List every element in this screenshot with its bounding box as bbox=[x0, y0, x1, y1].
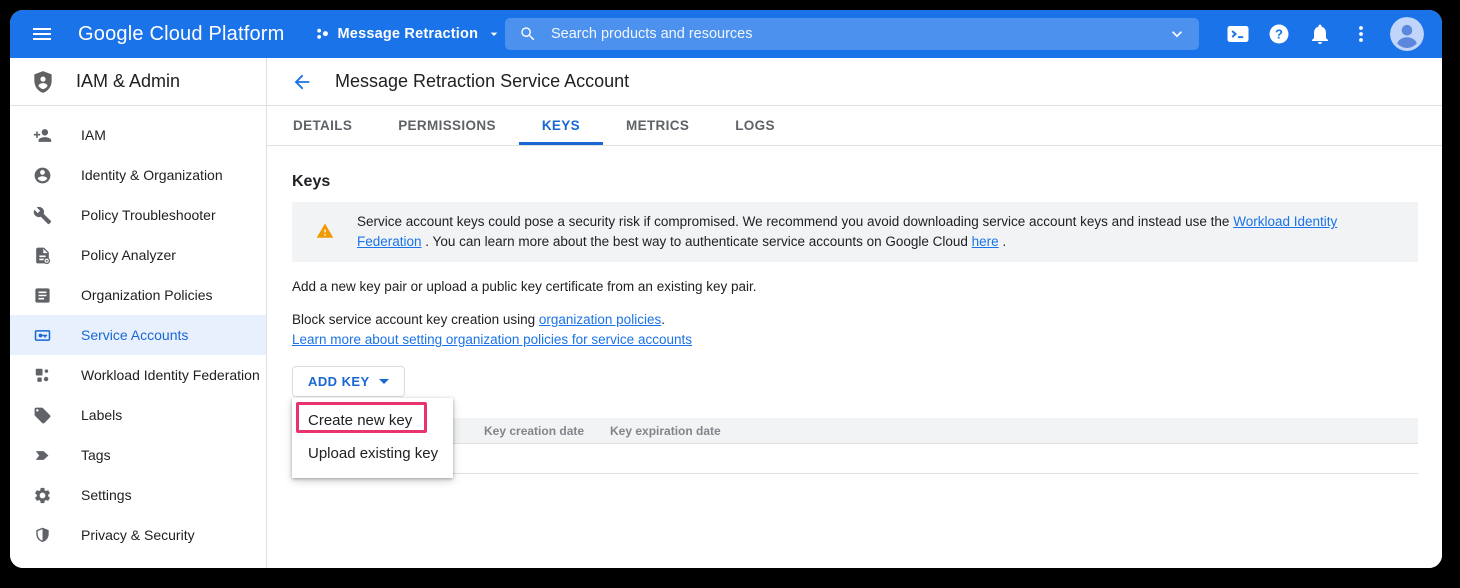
sidebar-item-label: Workload Identity Federation bbox=[81, 367, 260, 383]
chevron-down-icon bbox=[379, 379, 389, 384]
project-name: Message Retraction bbox=[338, 26, 479, 42]
more-options-icon[interactable] bbox=[1349, 22, 1373, 46]
sidebar-item-label: Settings bbox=[81, 487, 132, 503]
keys-content: Keys Service account keys could pose a s… bbox=[267, 146, 1442, 568]
top-navigation-bar: Google Cloud Platform Message Retraction… bbox=[10, 10, 1442, 58]
add-key-button-label: ADD KEY bbox=[308, 374, 370, 389]
sidebar-item-label: IAM bbox=[81, 127, 106, 143]
person-add-icon bbox=[33, 126, 52, 145]
policy-analyzer-icon bbox=[33, 246, 52, 265]
sidebar: IAM & Admin IAM Identity & Organization … bbox=[10, 58, 267, 568]
page-header: Message Retraction Service Account bbox=[267, 58, 1442, 106]
block-text-suffix: . bbox=[661, 312, 665, 327]
main-panel: Message Retraction Service Account DETAI… bbox=[267, 58, 1442, 568]
project-selector[interactable]: Message Retraction bbox=[315, 25, 503, 43]
gear-icon bbox=[33, 486, 52, 505]
block-key-creation-text: Block service account key creation using… bbox=[292, 310, 1418, 350]
here-link[interactable]: here bbox=[972, 234, 999, 249]
add-key-dropdown-menu: Create new key Upload existing key bbox=[292, 398, 453, 478]
notifications-icon[interactable] bbox=[1308, 22, 1332, 46]
sidebar-item-label: Policy Analyzer bbox=[81, 247, 176, 263]
keys-table: Key creation date Key expiration date bbox=[292, 418, 1418, 474]
sidebar-item-policy-analyzer[interactable]: Policy Analyzer bbox=[10, 235, 266, 275]
warning-icon bbox=[316, 222, 334, 240]
project-icon bbox=[315, 25, 330, 43]
tab-keys[interactable]: KEYS bbox=[519, 106, 603, 145]
column-header-key-expiration-date: Key expiration date bbox=[610, 418, 721, 444]
wrench-icon bbox=[33, 206, 52, 225]
sidebar-item-organization-policies[interactable]: Organization Policies bbox=[10, 275, 266, 315]
tag-arrow-icon bbox=[33, 446, 52, 465]
menu-icon[interactable] bbox=[30, 22, 54, 46]
section-heading: Keys bbox=[292, 173, 1418, 191]
app-body: IAM & Admin IAM Identity & Organization … bbox=[10, 58, 1442, 568]
svg-text:?: ? bbox=[1275, 26, 1283, 41]
cloud-shell-icon[interactable] bbox=[1226, 22, 1250, 46]
document-icon bbox=[33, 286, 52, 305]
warning-text-before: Service account keys could pose a securi… bbox=[357, 214, 1233, 229]
warning-text-after: . bbox=[999, 234, 1007, 249]
sidebar-item-label: Privacy & Security bbox=[81, 527, 195, 543]
avatar[interactable] bbox=[1390, 17, 1424, 51]
help-icon[interactable]: ? bbox=[1267, 22, 1291, 46]
back-arrow-icon[interactable] bbox=[291, 71, 313, 93]
page-title: Message Retraction Service Account bbox=[335, 71, 629, 92]
project-caret-icon bbox=[486, 26, 502, 42]
learn-more-link[interactable]: Learn more about setting organization po… bbox=[292, 332, 692, 347]
sidebar-item-label: Labels bbox=[81, 407, 122, 423]
tab-details[interactable]: DETAILS bbox=[270, 106, 375, 145]
tab-permissions[interactable]: PERMISSIONS bbox=[375, 106, 519, 145]
sidebar-item-label: Policy Troubleshooter bbox=[81, 207, 216, 223]
search-bar[interactable] bbox=[505, 18, 1199, 50]
table-header-row: Key creation date Key expiration date bbox=[292, 418, 1418, 444]
sidebar-item-workload-identity-federation[interactable]: Workload Identity Federation bbox=[10, 355, 266, 395]
sidebar-item-policy-troubleshooter[interactable]: Policy Troubleshooter bbox=[10, 195, 266, 235]
tab-metrics[interactable]: METRICS bbox=[603, 106, 712, 145]
table-empty-row bbox=[292, 444, 1418, 474]
sidebar-item-label: Tags bbox=[81, 447, 111, 463]
sidebar-nav: IAM Identity & Organization Policy Troub… bbox=[10, 106, 266, 555]
block-text: Block service account key creation using bbox=[292, 312, 539, 327]
column-header-key-creation-date: Key creation date bbox=[484, 418, 584, 444]
sidebar-item-settings[interactable]: Settings bbox=[10, 475, 266, 515]
sidebar-item-privacy-security[interactable]: Privacy & Security bbox=[10, 515, 266, 555]
brand-title: Google Cloud Platform bbox=[78, 23, 285, 46]
gcp-console-window: Google Cloud Platform Message Retraction… bbox=[10, 10, 1442, 568]
search-expand-icon[interactable] bbox=[1167, 24, 1187, 44]
service-account-key-icon bbox=[33, 326, 52, 345]
search-icon bbox=[519, 25, 537, 43]
search-input[interactable] bbox=[551, 26, 1167, 42]
sidebar-item-service-accounts[interactable]: Service Accounts bbox=[10, 315, 266, 355]
sidebar-item-labels[interactable]: Labels bbox=[10, 395, 266, 435]
label-tag-icon bbox=[33, 406, 52, 425]
privacy-shield-icon bbox=[33, 526, 52, 545]
sidebar-item-iam[interactable]: IAM bbox=[10, 115, 266, 155]
intro-text: Add a new key pair or upload a public ke… bbox=[292, 277, 1418, 297]
sidebar-item-label: Organization Policies bbox=[81, 287, 213, 303]
menu-item-create-new-key[interactable]: Create new key bbox=[292, 404, 453, 437]
sidebar-header: IAM & Admin bbox=[10, 58, 266, 106]
sidebar-item-label: Service Accounts bbox=[81, 327, 188, 343]
sidebar-item-identity-organization[interactable]: Identity & Organization bbox=[10, 155, 266, 195]
add-key-area: ADD KEY Create new key Upload existing k… bbox=[292, 366, 405, 397]
sidebar-title: IAM & Admin bbox=[76, 71, 180, 92]
menu-item-upload-existing-key[interactable]: Upload existing key bbox=[292, 437, 453, 470]
warning-text-middle: . You can learn more about the best way … bbox=[422, 234, 972, 249]
warning-banner: Service account keys could pose a securi… bbox=[292, 202, 1418, 262]
sidebar-item-tags[interactable]: Tags bbox=[10, 435, 266, 475]
add-key-button[interactable]: ADD KEY bbox=[292, 366, 405, 397]
tab-logs[interactable]: LOGS bbox=[712, 106, 798, 145]
iam-admin-shield-icon bbox=[30, 69, 56, 95]
identity-icon bbox=[33, 166, 52, 185]
warning-text: Service account keys could pose a securi… bbox=[357, 212, 1400, 252]
tab-bar: DETAILS PERMISSIONS KEYS METRICS LOGS bbox=[267, 106, 1442, 146]
organization-policies-link[interactable]: organization policies bbox=[539, 312, 661, 327]
workload-identity-icon bbox=[33, 366, 52, 385]
sidebar-item-label: Identity & Organization bbox=[81, 167, 223, 183]
topbar-actions: ? bbox=[1226, 10, 1424, 58]
